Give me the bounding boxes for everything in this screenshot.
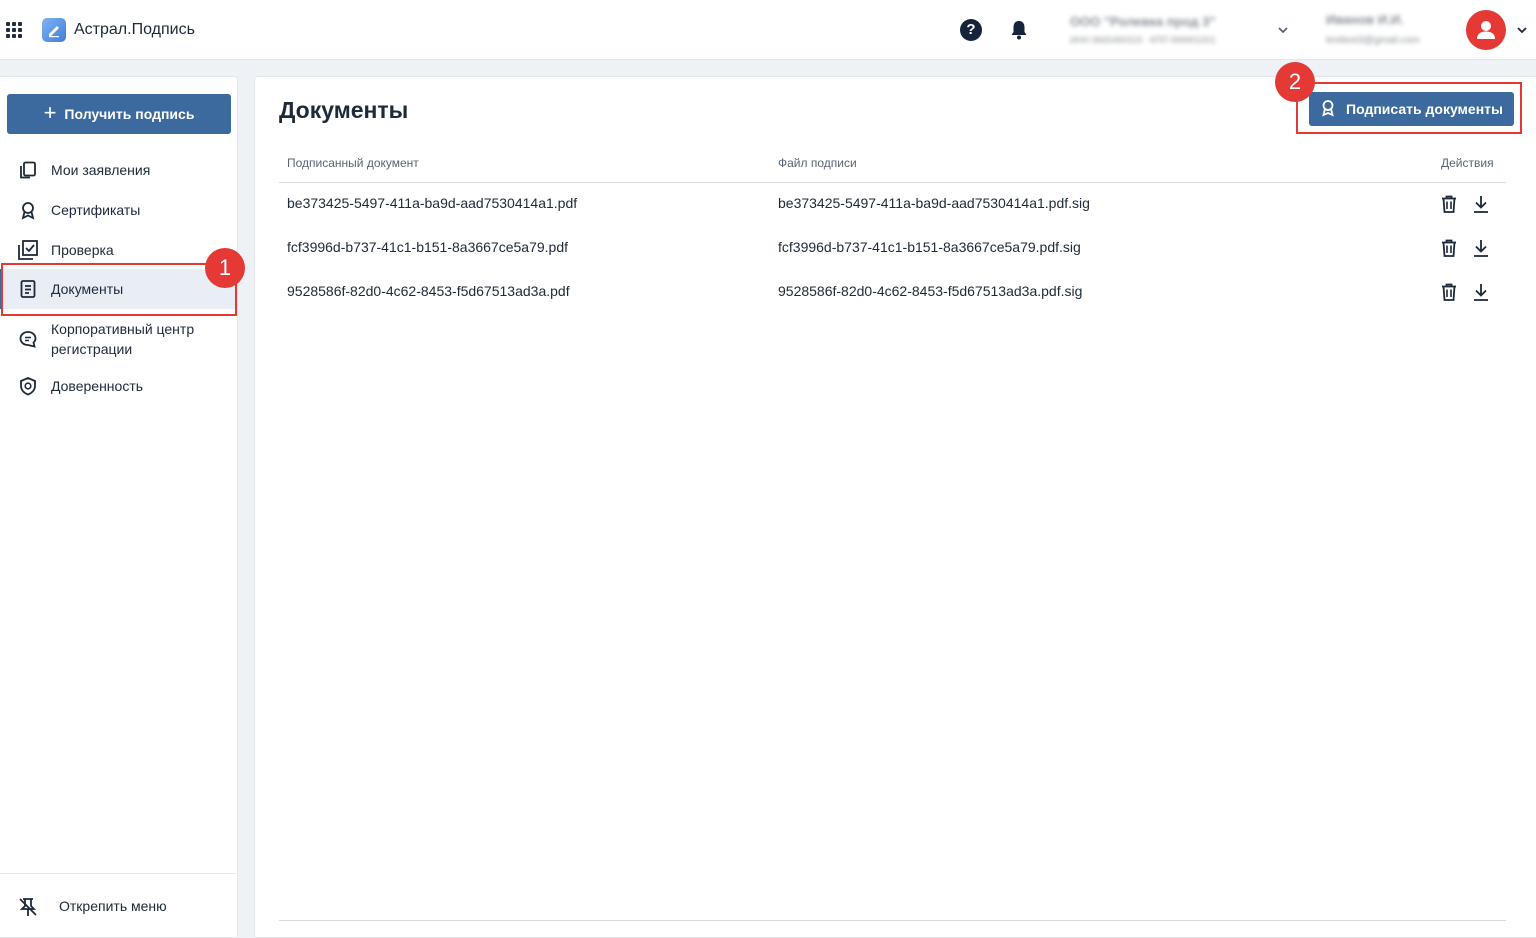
unpin-icon [17,896,39,918]
signature-file-name[interactable]: fcf3996d-b737-41c1-b151-8a3667ce5a79.pdf… [778,239,1081,255]
app-title[interactable]: Астрал.Подпись [74,21,195,39]
column-header-actions: Действия [1441,156,1494,170]
org-details: ИНН 9665490319 · КПП 999901001 [1070,35,1216,45]
apps-grid-icon[interactable] [6,22,22,38]
chat-icon [17,328,39,350]
user-email: testtest3@gmail.com [1326,35,1420,46]
sidebar-item-applications[interactable]: Мои заявления [0,159,236,181]
sign-documents-label: Подписать документы [1346,101,1503,117]
sign-documents-button[interactable]: Подписать документы [1309,92,1514,126]
top-bar: Астрал.Подпись ? ООО "Ролевка прод 3" ИН… [0,0,1536,60]
get-signature-button[interactable]: + Получить подпись [7,94,231,134]
shield-icon [17,375,39,397]
column-header-signature: Файл подписи [778,156,857,170]
sidebar-item-label: Сертификаты [51,202,141,218]
sidebar-item-documents[interactable]: Документы [0,269,236,309]
logo-icon [42,18,66,42]
sidebar: + Получить подпись Мои заявления Сертифи… [0,76,238,938]
get-signature-label: Получить подпись [64,106,195,122]
trash-icon[interactable] [1438,281,1460,303]
user-name: Иванов И.И. [1326,12,1404,27]
table-bottom-divider [279,920,1506,921]
trash-icon[interactable] [1438,193,1460,215]
avatar-icon[interactable] [1466,10,1506,50]
sidebar-item-power-of-attorney[interactable]: Доверенность [0,375,236,397]
check-list-icon [17,239,39,261]
org-name: ООО "Ролевка прод 3" [1070,14,1216,29]
page-title: Документы [279,97,409,123]
organization-selector[interactable]: ООО "Ролевка прод 3" ИНН 9665490319 · КП… [1070,14,1265,45]
table-row: be373425-5497-411a-ba9d-aad7530414a1.pdf… [279,183,1506,227]
table-row: 9528586f-82d0-4c62-8453-f5d67513ad3a.pdf… [279,271,1506,315]
document-icon [17,278,39,300]
help-icon[interactable]: ? [960,19,982,41]
plus-icon: + [43,100,57,125]
document-name[interactable]: be373425-5497-411a-ba9d-aad7530414a1.pdf [287,195,577,211]
chevron-down-icon[interactable] [1517,26,1527,34]
sidebar-item-label: Корпоративный центр регистрации [51,321,195,357]
annotation-badge-1: 1 [205,248,245,288]
sidebar-item-verification[interactable]: Проверка [0,239,236,261]
sidebar-item-label: Проверка [51,242,114,258]
sidebar-item-label: Документы [51,281,124,297]
sidebar-divider [0,873,236,874]
download-icon[interactable] [1470,281,1492,303]
sidebar-item-certificates[interactable]: Сертификаты [0,199,236,221]
main-panel: Документы Подписать документы Подписанны… [254,76,1536,938]
bell-icon[interactable] [1009,19,1029,41]
document-name[interactable]: fcf3996d-b737-41c1-b151-8a3667ce5a79.pdf [287,239,568,255]
download-icon[interactable] [1470,193,1492,215]
sidebar-item-label: Мои заявления [51,162,151,178]
download-icon[interactable] [1470,237,1492,259]
column-header-document: Подписанный документ [287,156,419,170]
signature-file-name[interactable]: 9528586f-82d0-4c62-8453-f5d67513ad3a.pdf… [778,283,1082,299]
annotation-badge-2: 2 [1275,62,1315,102]
user-info[interactable]: Иванов И.И. testtest3@gmail.com [1326,12,1461,46]
award-icon [17,199,39,221]
unpin-menu-button[interactable]: Открепить меню [0,893,236,921]
copy-icon [17,159,39,181]
sidebar-item-corporate-center[interactable]: Корпоративный центр регистрации [0,319,236,359]
award-icon [1320,99,1336,120]
signature-file-name[interactable]: be373425-5497-411a-ba9d-aad7530414a1.pdf… [778,195,1090,211]
trash-icon[interactable] [1438,237,1460,259]
table-row: fcf3996d-b737-41c1-b151-8a3667ce5a79.pdf… [279,227,1506,271]
unpin-menu-label: Открепить меню [59,898,167,914]
chevron-down-icon[interactable] [1278,26,1288,34]
sidebar-item-label: Доверенность [51,378,144,394]
document-name[interactable]: 9528586f-82d0-4c62-8453-f5d67513ad3a.pdf [287,283,570,299]
